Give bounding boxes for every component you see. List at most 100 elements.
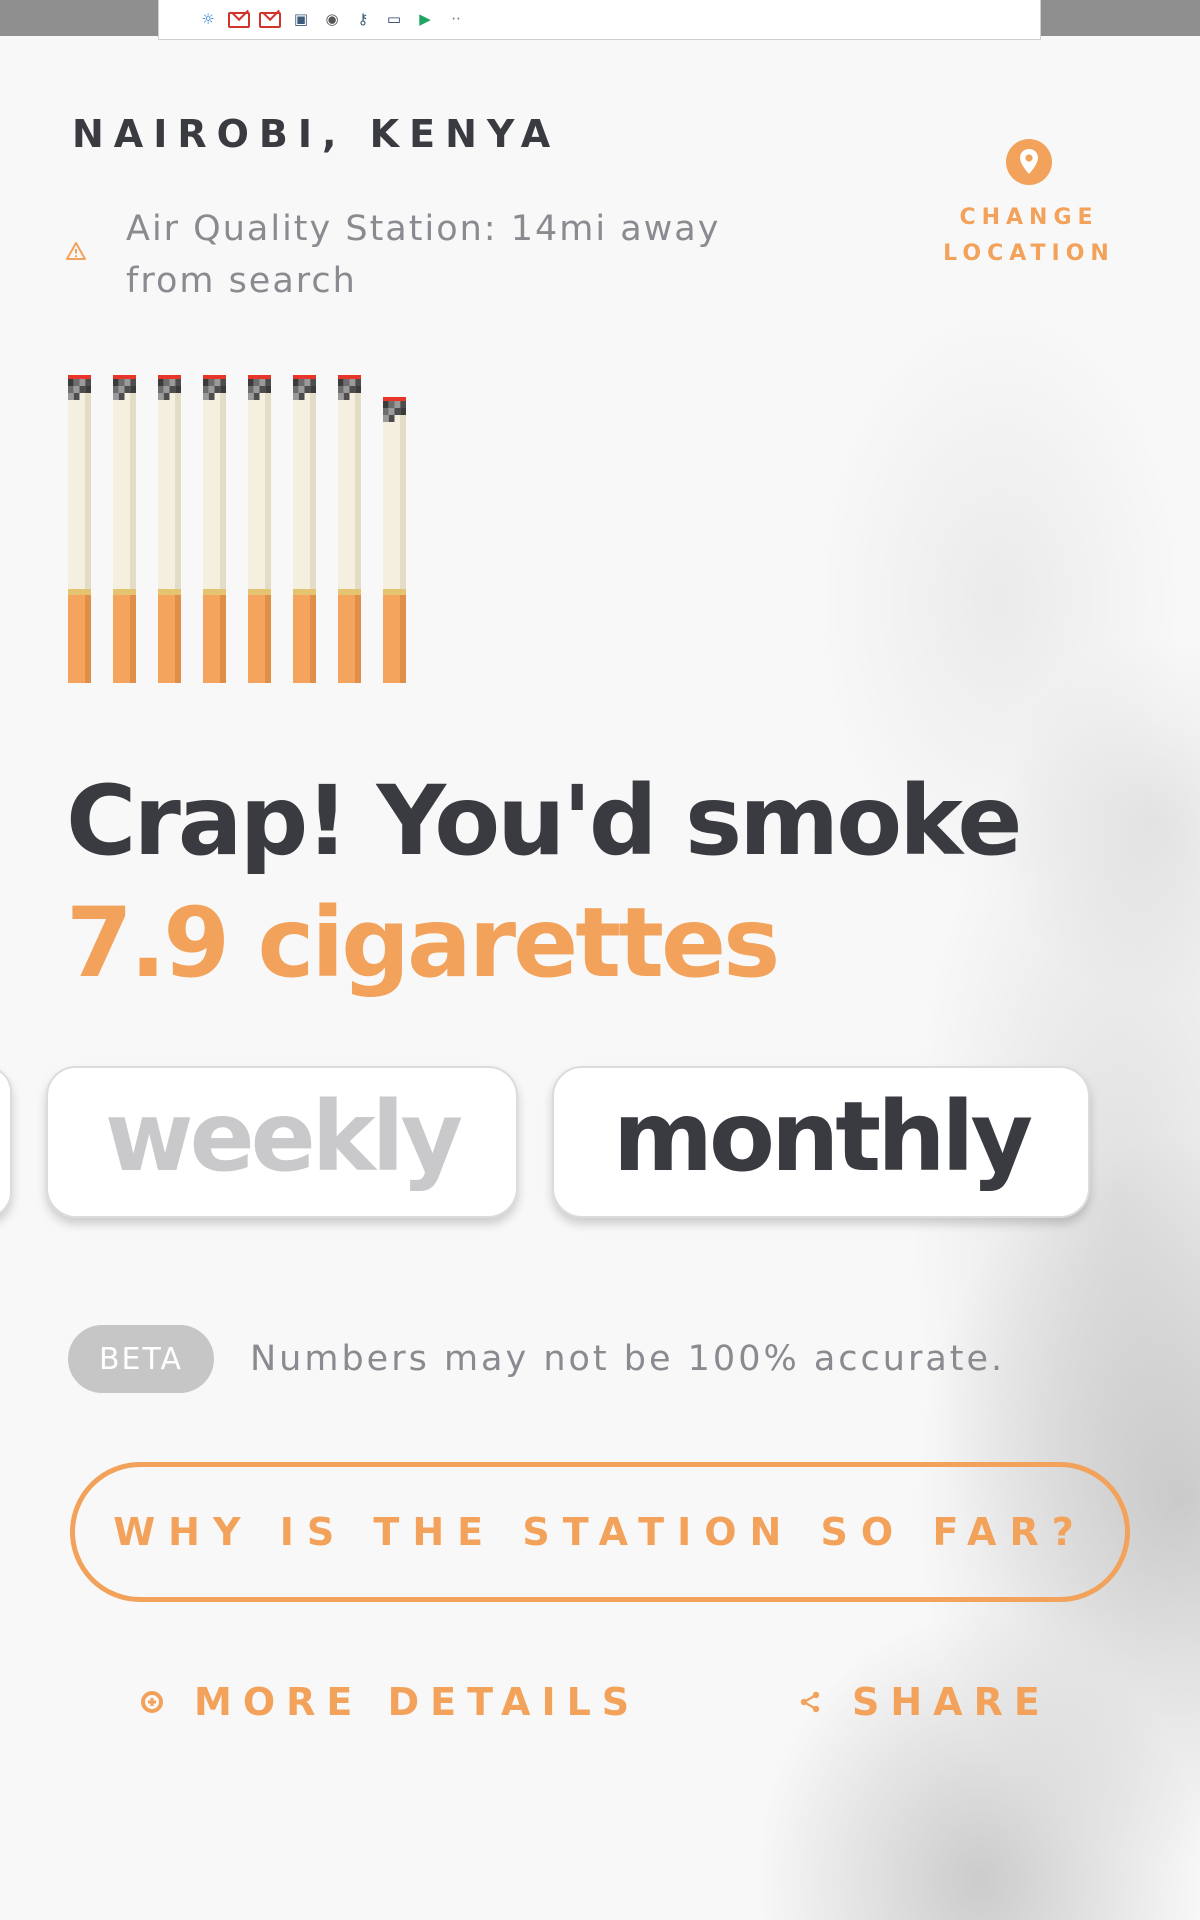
- cigarette-filter-shade: [130, 595, 136, 683]
- cigarette: [338, 375, 361, 683]
- laptop-icon[interactable]: ▭: [383, 11, 405, 29]
- cigarette-filter-shade: [175, 595, 181, 683]
- cigarette-ash: [400, 401, 406, 408]
- cigarette-ash: [158, 379, 164, 386]
- cigarette-ash: [355, 386, 361, 393]
- cigarette-band: [113, 589, 136, 595]
- cigarette-ash: [203, 393, 209, 400]
- beta-badge: BETA: [68, 1325, 214, 1393]
- cigarette-count: 7.9 cigarettes: [66, 887, 780, 999]
- play-store-icon[interactable]: ▶: [414, 11, 436, 29]
- cigarette-ash: [68, 393, 74, 400]
- cigarette-ash: [265, 379, 271, 386]
- cigarette-ember: [338, 375, 361, 379]
- period-monthly-button[interactable]: monthly: [552, 1066, 1090, 1218]
- headline: Crap! You'd smoke 7.9 cigarettes: [66, 760, 1023, 1004]
- cigarette-ash: [208, 379, 215, 386]
- cigarette-ember: [248, 375, 271, 379]
- gmail-icon[interactable]: [259, 11, 281, 28]
- key-icon[interactable]: ⚷: [352, 11, 374, 29]
- cigarette-ash: [293, 393, 299, 400]
- cigarette-ash: [298, 393, 305, 400]
- sync-icon[interactable]: ☼: [197, 11, 219, 29]
- cigarettes-visual: [68, 375, 406, 683]
- cigarette-ash: [158, 393, 164, 400]
- cigarette-paper-shade: [355, 375, 361, 595]
- cigarette-ash: [214, 386, 221, 393]
- period-daily-button[interactable]: [0, 1066, 12, 1218]
- cigarette-paper-shade: [85, 375, 91, 595]
- chrome-icon[interactable]: ◉: [321, 11, 343, 29]
- cigarette-ash: [175, 386, 181, 393]
- warning-icon: [66, 242, 86, 260]
- share-icon: [800, 1691, 820, 1713]
- cigarette: [68, 375, 91, 683]
- cigarette-filter-shade: [85, 595, 91, 683]
- cigarette-ember: [68, 375, 91, 379]
- cigarette-ash: [124, 379, 131, 386]
- beta-notice: BETA Numbers may not be 100% accurate.: [68, 1325, 1005, 1393]
- cigarette: [203, 375, 226, 683]
- cigarette-ash: [130, 379, 136, 386]
- cigarette-ash: [298, 386, 305, 393]
- cigarette-ash: [175, 379, 181, 386]
- cigarette-ash: [79, 379, 86, 386]
- why-station-far-button[interactable]: WHY IS THE STATION SO FAR?: [70, 1462, 1130, 1602]
- cigarette-filter-shade: [310, 595, 316, 683]
- cigarette-ash: [253, 386, 260, 393]
- cigarette-ash: [73, 386, 80, 393]
- cigarette-filter-shade: [400, 595, 406, 683]
- period-weekly-button[interactable]: weekly: [46, 1066, 518, 1218]
- cigarette: [158, 375, 181, 683]
- cigarette-ember: [203, 375, 226, 379]
- cigarette-ash: [248, 393, 254, 400]
- more-icon[interactable]: ··: [445, 11, 467, 29]
- cigarette-filter-shade: [220, 595, 226, 683]
- cigarette-ash: [158, 386, 164, 393]
- cigarette-ash: [163, 386, 170, 393]
- cigarette-ash: [293, 386, 299, 393]
- cigarette-ash: [310, 379, 316, 386]
- cigarette-band: [293, 589, 316, 595]
- cigarette-ash: [163, 393, 170, 400]
- cigarette-ash: [338, 379, 344, 386]
- cigarette-ash: [343, 386, 350, 393]
- cigarette-ash: [169, 386, 176, 393]
- plus-circle-icon: [141, 1691, 163, 1713]
- cigarette-band: [383, 589, 406, 595]
- change-location-button[interactable]: CHANGE LOCATION: [920, 138, 1138, 272]
- cigarette: [248, 375, 271, 683]
- gmail-icon[interactable]: [228, 11, 250, 28]
- cigarette-ash: [298, 379, 305, 386]
- cigarette-ash: [388, 408, 395, 415]
- cigarette-ash: [310, 386, 316, 393]
- cigarette-ash: [394, 401, 401, 408]
- cigarette-ember: [383, 397, 406, 401]
- cigarette-ash: [208, 393, 215, 400]
- cigarette-ash: [338, 393, 344, 400]
- cigarette-ash: [355, 379, 361, 386]
- cigarette-ash: [343, 379, 350, 386]
- cigarette-ember: [113, 375, 136, 379]
- cigarette-ash: [118, 379, 125, 386]
- cigarette-ash: [383, 401, 389, 408]
- cigarette-ash: [304, 386, 311, 393]
- cigarette-ash: [343, 393, 350, 400]
- cigarette-ash: [68, 386, 74, 393]
- image-icon[interactable]: ▣: [290, 11, 312, 29]
- period-toggle: weekly monthly: [0, 1066, 1090, 1222]
- cigarette-paper-shade: [130, 375, 136, 595]
- cigarette: [113, 375, 136, 683]
- cigarette-filter-shade: [265, 595, 271, 683]
- cigarette-paper-shade: [265, 375, 271, 595]
- cigarette-ash: [73, 379, 80, 386]
- cigarette-filter-shade: [355, 595, 361, 683]
- cigarette-ash: [349, 379, 356, 386]
- share-button[interactable]: SHARE: [798, 1680, 1051, 1724]
- cigarette-ash: [304, 379, 311, 386]
- cigarette-ash: [338, 386, 344, 393]
- more-details-button[interactable]: MORE DETAILS: [140, 1680, 640, 1724]
- cigarette-ash: [85, 379, 91, 386]
- cigarette-paper-shade: [220, 375, 226, 595]
- cigarette-ash: [79, 386, 86, 393]
